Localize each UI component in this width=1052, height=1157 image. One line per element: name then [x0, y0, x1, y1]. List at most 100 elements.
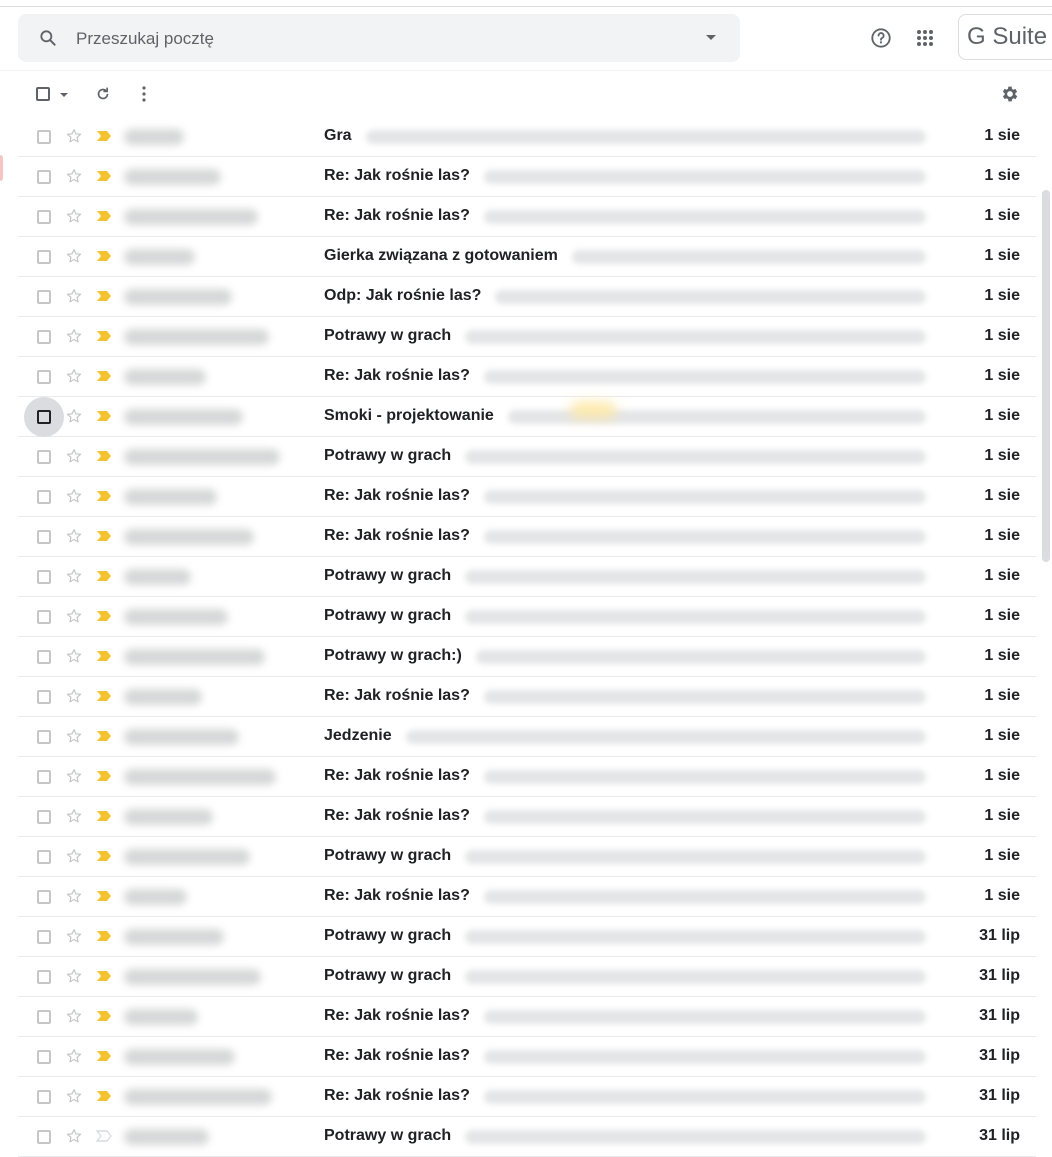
row-checkbox[interactable] [37, 770, 51, 784]
email-row[interactable]: Re: Jak rośnie las? 31 lip [18, 1077, 1036, 1117]
email-row[interactable]: Re: Jak rośnie las? 1 sie [18, 877, 1036, 917]
star-outline-icon[interactable] [65, 287, 83, 305]
email-row[interactable]: Potrawy w grach:) 1 sie [18, 637, 1036, 677]
row-checkbox[interactable] [37, 210, 51, 224]
important-marker-icon[interactable] [96, 1010, 112, 1022]
email-row[interactable]: Re: Jak rośnie las? 1 sie [18, 517, 1036, 557]
star-outline-icon[interactable] [65, 527, 83, 545]
refresh-icon[interactable] [94, 85, 112, 103]
star-outline-icon[interactable] [65, 807, 83, 825]
search-input[interactable] [74, 24, 678, 54]
star-outline-icon[interactable] [65, 247, 83, 265]
star-outline-icon[interactable] [65, 327, 83, 345]
star-outline-icon[interactable] [65, 127, 83, 145]
important-marker-icon[interactable] [96, 1130, 112, 1142]
row-checkbox[interactable] [37, 730, 51, 744]
important-marker-icon[interactable] [96, 450, 112, 462]
email-row[interactable]: Re: Jak rośnie las? 1 sie [18, 157, 1036, 197]
star-outline-icon[interactable] [65, 927, 83, 945]
star-outline-icon[interactable] [65, 1087, 83, 1105]
row-checkbox[interactable] [37, 410, 51, 424]
row-checkbox[interactable] [37, 810, 51, 824]
star-outline-icon[interactable] [65, 727, 83, 745]
email-row[interactable]: Odp: Jak rośnie las? 1 sie [18, 277, 1036, 317]
email-row[interactable]: Re: Jak rośnie las? 1 sie [18, 757, 1036, 797]
row-checkbox[interactable] [37, 450, 51, 464]
email-row[interactable]: Jedzenie 1 sie [18, 717, 1036, 757]
gsuite-logo[interactable]: G Suite [958, 14, 1052, 60]
email-row[interactable]: Re: Jak rośnie las? 1 sie [18, 677, 1036, 717]
star-outline-icon[interactable] [65, 1007, 83, 1025]
row-checkbox[interactable] [37, 130, 51, 144]
important-marker-icon[interactable] [96, 610, 112, 622]
email-row[interactable]: Re: Jak rośnie las? 1 sie [18, 477, 1036, 517]
important-marker-icon[interactable] [96, 570, 112, 582]
more-vertical-icon[interactable] [136, 85, 152, 103]
row-checkbox[interactable] [37, 890, 51, 904]
row-checkbox[interactable] [37, 370, 51, 384]
star-outline-icon[interactable] [65, 767, 83, 785]
important-marker-icon[interactable] [96, 530, 112, 542]
important-marker-icon[interactable] [96, 410, 112, 422]
important-marker-icon[interactable] [96, 930, 112, 942]
scrollbar[interactable] [1042, 190, 1050, 562]
important-marker-icon[interactable] [96, 170, 112, 182]
help-circle-icon[interactable] [870, 27, 892, 49]
row-checkbox[interactable] [37, 850, 51, 864]
email-row[interactable]: Potrawy w grach 1 sie [18, 837, 1036, 877]
row-checkbox[interactable] [37, 530, 51, 544]
gear-icon[interactable] [1000, 84, 1020, 104]
important-marker-icon[interactable] [96, 810, 112, 822]
email-row[interactable]: Potrawy w grach 1 sie [18, 557, 1036, 597]
email-row[interactable]: Smoki - projektowanie 1 sie [18, 397, 1036, 437]
email-row[interactable]: Potrawy w grach 31 lip [18, 957, 1036, 997]
email-row[interactable]: Re: Jak rośnie las? 31 lip [18, 1037, 1036, 1077]
important-marker-icon[interactable] [96, 370, 112, 382]
important-marker-icon[interactable] [96, 1090, 112, 1102]
email-row[interactable]: Potrawy w grach 1 sie [18, 437, 1036, 477]
row-checkbox[interactable] [37, 930, 51, 944]
row-checkbox[interactable] [37, 1010, 51, 1024]
select-all-checkbox[interactable] [36, 87, 50, 101]
chevron-down-icon[interactable] [706, 35, 716, 40]
row-checkbox[interactable] [37, 1130, 51, 1144]
apps-grid-icon[interactable] [916, 29, 934, 47]
important-marker-icon[interactable] [96, 650, 112, 662]
important-marker-icon[interactable] [96, 890, 112, 902]
row-checkbox[interactable] [37, 970, 51, 984]
star-outline-icon[interactable] [65, 1127, 83, 1145]
important-marker-icon[interactable] [96, 770, 112, 782]
email-row[interactable]: Re: Jak rośnie las? 1 sie [18, 797, 1036, 837]
row-checkbox[interactable] [37, 290, 51, 304]
star-outline-icon[interactable] [65, 967, 83, 985]
star-outline-icon[interactable] [65, 207, 83, 225]
email-row[interactable]: Potrawy w grach 1 sie [18, 597, 1036, 637]
star-outline-icon[interactable] [65, 847, 83, 865]
row-checkbox[interactable] [37, 330, 51, 344]
email-row[interactable]: Re: Jak rośnie las? 1 sie [18, 197, 1036, 237]
row-checkbox[interactable] [37, 250, 51, 264]
email-row[interactable]: Re: Jak rośnie las? 31 lip [18, 997, 1036, 1037]
important-marker-icon[interactable] [96, 210, 112, 222]
star-outline-icon[interactable] [65, 447, 83, 465]
important-marker-icon[interactable] [96, 1050, 112, 1062]
email-row[interactable]: Re: Jak rośnie las? 1 sie [18, 357, 1036, 397]
star-outline-icon[interactable] [65, 407, 83, 425]
important-marker-icon[interactable] [96, 970, 112, 982]
row-checkbox[interactable] [37, 570, 51, 584]
email-row[interactable]: Potrawy w grach 31 lip [18, 1117, 1036, 1157]
important-marker-icon[interactable] [96, 330, 112, 342]
row-checkbox[interactable] [37, 1050, 51, 1064]
search-icon[interactable] [38, 28, 58, 48]
star-outline-icon[interactable] [65, 607, 83, 625]
star-outline-icon[interactable] [65, 367, 83, 385]
important-marker-icon[interactable] [96, 250, 112, 262]
star-outline-icon[interactable] [65, 487, 83, 505]
star-outline-icon[interactable] [65, 567, 83, 585]
important-marker-icon[interactable] [96, 850, 112, 862]
email-row[interactable]: Potrawy w grach 31 lip [18, 917, 1036, 957]
important-marker-icon[interactable] [96, 490, 112, 502]
row-checkbox[interactable] [37, 170, 51, 184]
important-marker-icon[interactable] [96, 730, 112, 742]
email-row[interactable]: Potrawy w grach 1 sie [18, 317, 1036, 357]
